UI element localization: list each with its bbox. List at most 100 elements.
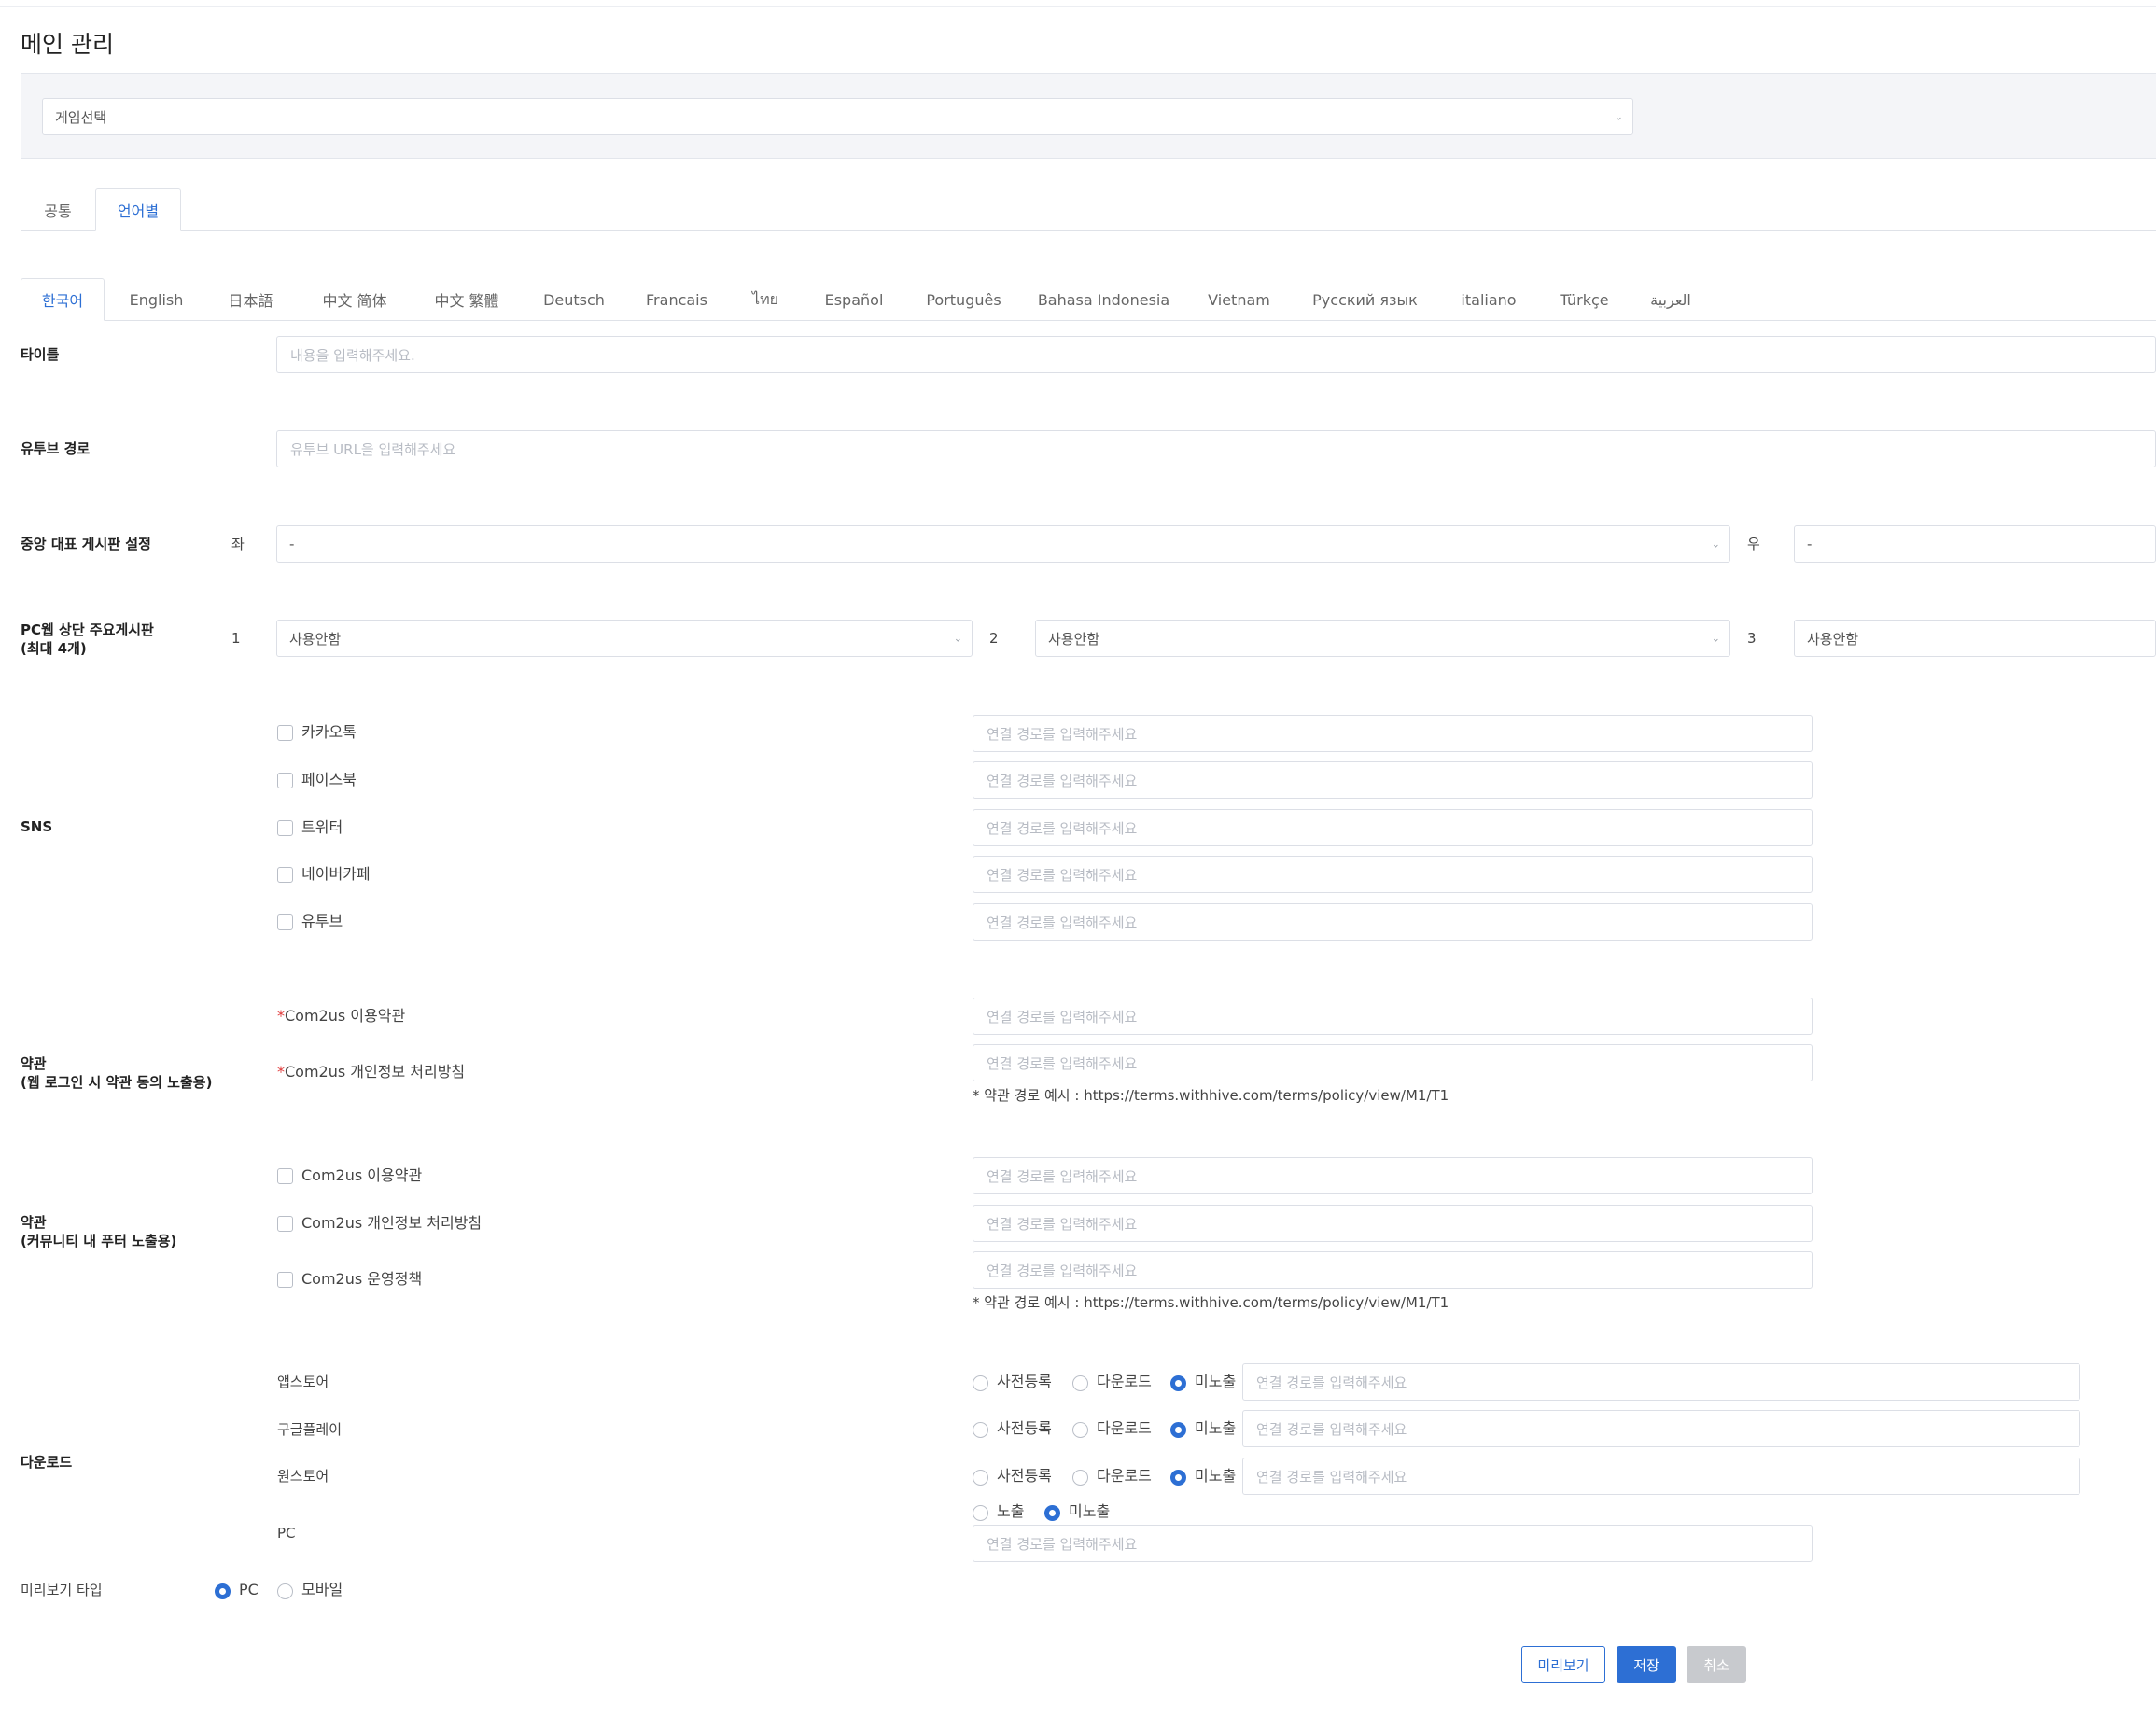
pc-board-num-3: 3 (1747, 630, 1757, 647)
pc-board-select-3[interactable]: 사용안함 (1794, 620, 2156, 657)
game-select[interactable]: 게임선택 ⌄ (42, 98, 1633, 135)
terms-web-url-input-usage[interactable]: 연결 경로를 입력해주세요 (973, 998, 1813, 1035)
tab-lang-ja[interactable]: 日本語 (211, 278, 290, 321)
sns-checkbox-naver-cafe[interactable] (277, 867, 293, 883)
terms-footer-label-line2: (커뮤니티 내 푸터 노출용) (21, 1233, 177, 1249)
preview-type-radio-pc[interactable] (215, 1583, 231, 1599)
googleplay-url-input[interactable]: 연결 경로를 입력해주세요 (1242, 1410, 2080, 1447)
googleplay-radio-hidden[interactable] (1170, 1422, 1186, 1438)
tab-common[interactable]: 공통 (21, 188, 95, 231)
onestore-radio-download[interactable] (1072, 1470, 1088, 1486)
center-board-right-label: 우 (1747, 536, 1760, 552)
sns-label: SNS (21, 818, 53, 835)
tab-lang-vi[interactable]: Vietnam (1195, 278, 1283, 321)
pc-board-value-3: 사용안함 (1807, 630, 1859, 648)
tab-lang-it[interactable]: italiano (1447, 278, 1531, 321)
terms-web-url-input-privacy[interactable]: 연결 경로를 입력해주세요 (973, 1044, 1813, 1081)
pc-radio-hidden[interactable] (1044, 1505, 1060, 1521)
terms-footer-checkbox-privacy[interactable] (277, 1216, 293, 1232)
sns-url-input-naver-cafe[interactable]: 연결 경로를 입력해주세요 (973, 856, 1813, 893)
terms-footer-note: * 약관 경로 예시 : https://terms.withhive.com/… (973, 1294, 1449, 1311)
preview-type-option-pc: PC (239, 1581, 259, 1598)
onestore-url-input[interactable]: 연결 경로를 입력해주세요 (1242, 1458, 2080, 1495)
sns-checkbox-kakaotalk[interactable] (277, 725, 293, 741)
onestore-radio-hidden[interactable] (1170, 1470, 1186, 1486)
center-board-left-select[interactable]: - ⌄ (276, 525, 1730, 563)
youtube-label: 유투브 경로 (21, 440, 91, 457)
youtube-url-input[interactable]: 유투브 URL을 입력해주세요 (276, 430, 2156, 467)
appstore-radio-preregister[interactable] (973, 1375, 988, 1391)
pc-option-show: 노출 (997, 1502, 1025, 1520)
tab-lang-pt[interactable]: Português (915, 278, 1013, 321)
tab-lang-fr[interactable]: Francais (635, 278, 719, 321)
preview-button[interactable]: 미리보기 (1521, 1646, 1605, 1683)
pc-radio-show[interactable] (973, 1505, 988, 1521)
center-board-left-label: 좌 (231, 536, 245, 552)
terms-footer-url-input-privacy[interactable]: 연결 경로를 입력해주세요 (973, 1205, 1813, 1242)
preview-type-radio-mobile[interactable] (277, 1583, 293, 1599)
cancel-button[interactable]: 취소 (1687, 1646, 1746, 1683)
sns-label-kakaotalk: 카카오톡 (301, 723, 357, 741)
pc-board-select-1[interactable]: 사용안함 ⌄ (276, 620, 973, 657)
tab-lang-tr[interactable]: Türkçe (1549, 278, 1619, 321)
sns-label-naver-cafe: 네이버카페 (301, 865, 371, 883)
appstore-option-preregister: 사전등록 (997, 1373, 1052, 1390)
appstore-option-download: 다운로드 (1097, 1373, 1152, 1390)
tab-lang-es[interactable]: Español (812, 278, 896, 321)
tab-lang-id[interactable]: Bahasa Indonesia (1031, 278, 1176, 321)
download-store-label-appstore: 앱스토어 (277, 1374, 329, 1390)
terms-footer-checkbox-usage[interactable] (277, 1168, 293, 1184)
terms-footer-label-usage: Com2us 이용약관 (301, 1166, 423, 1184)
preview-type-option-mobile: 모바일 (301, 1581, 343, 1598)
appstore-option-hidden: 미노출 (1195, 1373, 1237, 1390)
game-select-value: 게임선택 (55, 108, 107, 126)
tab-lang-th[interactable]: ไทย (737, 278, 793, 321)
sns-url-input-facebook[interactable]: 연결 경로를 입력해주세요 (973, 761, 1813, 799)
tab-lang-ko[interactable]: 한국어 (21, 278, 105, 321)
appstore-url-input[interactable]: 연결 경로를 입력해주세요 (1242, 1363, 2080, 1401)
terms-web-item-privacy: *Com2us 개인정보 처리방침 (277, 1063, 465, 1081)
chevron-down-icon: ⌄ (953, 632, 962, 645)
tab-lang-en[interactable]: English (112, 278, 201, 321)
pc-top-board-label: PC웹 상단 주요게시판 (최대 4개) (21, 621, 154, 658)
terms-footer-url-input-usage[interactable]: 연결 경로를 입력해주세요 (973, 1157, 1813, 1194)
save-button[interactable]: 저장 (1617, 1646, 1676, 1683)
pc-url-input[interactable]: 연결 경로를 입력해주세요 (973, 1525, 1813, 1562)
download-label: 다운로드 (21, 1454, 73, 1471)
googleplay-radio-preregister[interactable] (973, 1422, 988, 1438)
appstore-radio-hidden[interactable] (1170, 1375, 1186, 1391)
terms-footer-checkbox-operation[interactable] (277, 1272, 293, 1288)
tab-lang-zh-hans[interactable]: 中文 简体 (308, 278, 401, 321)
pc-top-board-label-line1: PC웹 상단 주요게시판 (21, 621, 154, 638)
top-tabs-divider (21, 230, 2156, 231)
sns-url-input-twitter[interactable]: 연결 경로를 입력해주세요 (973, 809, 1813, 846)
sns-checkbox-twitter[interactable] (277, 820, 293, 836)
onestore-option-download: 다운로드 (1097, 1467, 1152, 1485)
sns-url-input-kakaotalk[interactable]: 연결 경로를 입력해주세요 (973, 715, 1813, 752)
terms-web-label-line2: (웹 로그인 시 약관 동의 노출용) (21, 1074, 213, 1091)
googleplay-option-download: 다운로드 (1097, 1419, 1152, 1437)
title-input[interactable]: 내용을 입력해주세요. (276, 336, 2156, 373)
required-mark: * (277, 1063, 285, 1081)
appstore-radio-download[interactable] (1072, 1375, 1088, 1391)
center-board-right-select[interactable]: - (1794, 525, 2156, 563)
googleplay-option-preregister: 사전등록 (997, 1419, 1052, 1437)
page-title: 메인 관리 (21, 31, 114, 58)
tab-lang-zh-hant[interactable]: 中文 繁體 (420, 278, 513, 321)
sns-url-input-youtube[interactable]: 연결 경로를 입력해주세요 (973, 903, 1813, 941)
preview-type-label: 미리보기 타입 (21, 1582, 103, 1598)
tab-lang-de[interactable]: Deutsch (532, 278, 616, 321)
googleplay-radio-download[interactable] (1072, 1422, 1088, 1438)
tab-by-language[interactable]: 언어별 (95, 188, 181, 231)
onestore-radio-preregister[interactable] (973, 1470, 988, 1486)
sns-checkbox-facebook[interactable] (277, 773, 293, 788)
sns-label-youtube: 유투브 (301, 913, 343, 930)
tab-lang-ru[interactable]: Русский язык (1302, 278, 1428, 321)
terms-web-note: * 약관 경로 예시 : https://terms.withhive.com/… (973, 1087, 1449, 1104)
chevron-down-icon: ⌄ (1614, 110, 1623, 123)
tab-lang-ar[interactable]: العربية (1638, 278, 1703, 321)
pc-board-select-2[interactable]: 사용안함 ⌄ (1035, 620, 1730, 657)
terms-footer-url-input-operation[interactable]: 연결 경로를 입력해주세요 (973, 1251, 1813, 1289)
sns-checkbox-youtube[interactable] (277, 914, 293, 930)
terms-web-item-usage: *Com2us 이용약관 (277, 1007, 405, 1025)
